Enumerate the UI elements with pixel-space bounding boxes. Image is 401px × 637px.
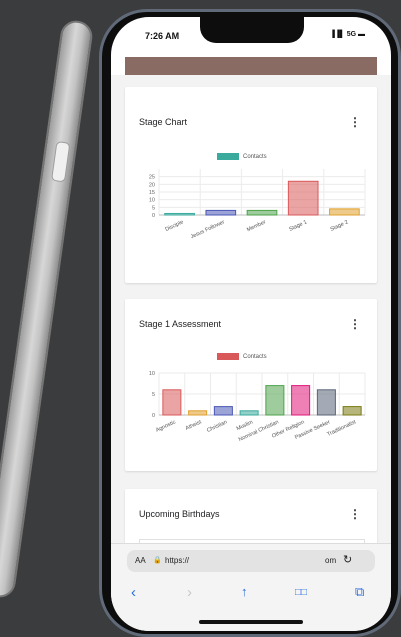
back-icon[interactable]: ‹	[131, 584, 136, 601]
bar	[329, 208, 360, 216]
x-tick-label: Agnostic	[155, 419, 177, 433]
x-tick-label: Christian	[206, 419, 228, 434]
status-icons: ▐▐▌ 5G ▬	[329, 31, 365, 38]
y-tick-label: 0	[152, 213, 155, 219]
url-text[interactable]: https://	[165, 556, 189, 565]
bar	[265, 385, 285, 416]
stylus-button	[51, 140, 71, 183]
bar	[213, 406, 233, 416]
y-tick-label: 20	[149, 182, 155, 188]
bar	[246, 209, 278, 216]
y-tick-label: 25	[149, 175, 155, 181]
x-tick-label: Muslim	[236, 419, 255, 432]
reload-icon[interactable]: ↻	[343, 553, 352, 566]
x-tick-label: Jesus Follower	[190, 219, 226, 240]
x-tick-label: Disciple	[164, 219, 184, 233]
stage-chart-card: Stage Chart ⋮ Contacts 0 5 10 15 20 25 Discipl…	[125, 87, 377, 283]
browser-toolbar: AA 🔒 https:// om ↻ ‹ › ↑ □□ ⧉	[111, 543, 391, 631]
y-tick-label: 10	[149, 371, 155, 377]
bar	[188, 410, 208, 416]
bar	[205, 209, 237, 216]
birthdays-menu-icon[interactable]: ⋮	[349, 507, 361, 521]
header-banner	[125, 57, 377, 75]
url-domain-tail: om	[325, 556, 337, 565]
stage-bar-chart: 0 510 15 2025 Disciple Jesus Follower Member St…	[149, 169, 366, 240]
x-tick-label: Stage 2	[330, 219, 350, 232]
y-tick-label: 10	[149, 198, 155, 204]
notch	[200, 17, 304, 43]
forward-icon[interactable]: ›	[187, 584, 192, 601]
x-tick-label: Traditionalist	[326, 419, 357, 438]
stage-chart-title: Stage Chart	[139, 117, 188, 127]
y-tick-label: 0	[152, 413, 155, 419]
home-indicator	[199, 620, 303, 624]
stage-chart-menu-icon[interactable]: ⋮	[349, 115, 361, 129]
status-time: 7:26 AM	[145, 31, 180, 41]
share-icon[interactable]: ↑	[241, 584, 248, 599]
bar	[164, 212, 195, 216]
lock-icon: 🔒	[153, 557, 162, 564]
assessment-chart-menu-icon[interactable]: ⋮	[349, 317, 361, 331]
tabs-icon[interactable]: ⧉	[355, 584, 364, 600]
bar	[291, 385, 311, 416]
bar	[239, 410, 259, 416]
x-tick-label: Stage 1	[288, 219, 308, 232]
stylus-pen	[0, 18, 95, 600]
bar	[162, 389, 182, 416]
scroll-content[interactable]: Stage Chart ⋮ Contacts 0 5 10 15 20 25 Discipl…	[111, 75, 391, 543]
browser-nav: ‹ › ↑ □□ ⧉	[111, 584, 391, 606]
phone-screen: 7:26 AM ▐▐▌ 5G ▬ Stage Chart ⋮ Contacts …	[111, 17, 391, 631]
y-tick-label: 15	[149, 190, 155, 196]
address-bar[interactable]: AA 🔒 https:// om ↻	[127, 550, 375, 572]
x-tick-label: Member	[246, 219, 267, 233]
bookmarks-icon[interactable]: □□	[295, 587, 307, 598]
x-tick-label: Atheist	[185, 419, 203, 432]
bar	[287, 180, 319, 216]
y-tick-label: 5	[152, 392, 155, 398]
bar	[316, 389, 336, 416]
assessment-bar-chart: 0510Agnostic Atheist Christian MuslimNomina…	[149, 371, 366, 443]
birthdays-card: Upcoming Birthdays ⋮	[125, 489, 377, 543]
birthdays-title: Upcoming Birthdays	[139, 509, 220, 519]
y-tick-label: 5	[152, 205, 155, 211]
assessment-chart-title: Stage 1 Assessment	[139, 319, 222, 329]
assessment-chart-card: Stage 1 Assessment ⋮ Contacts 0 5 10 Agnost…	[125, 299, 377, 471]
text-size-button[interactable]: AA	[135, 556, 146, 565]
bar	[342, 406, 362, 416]
